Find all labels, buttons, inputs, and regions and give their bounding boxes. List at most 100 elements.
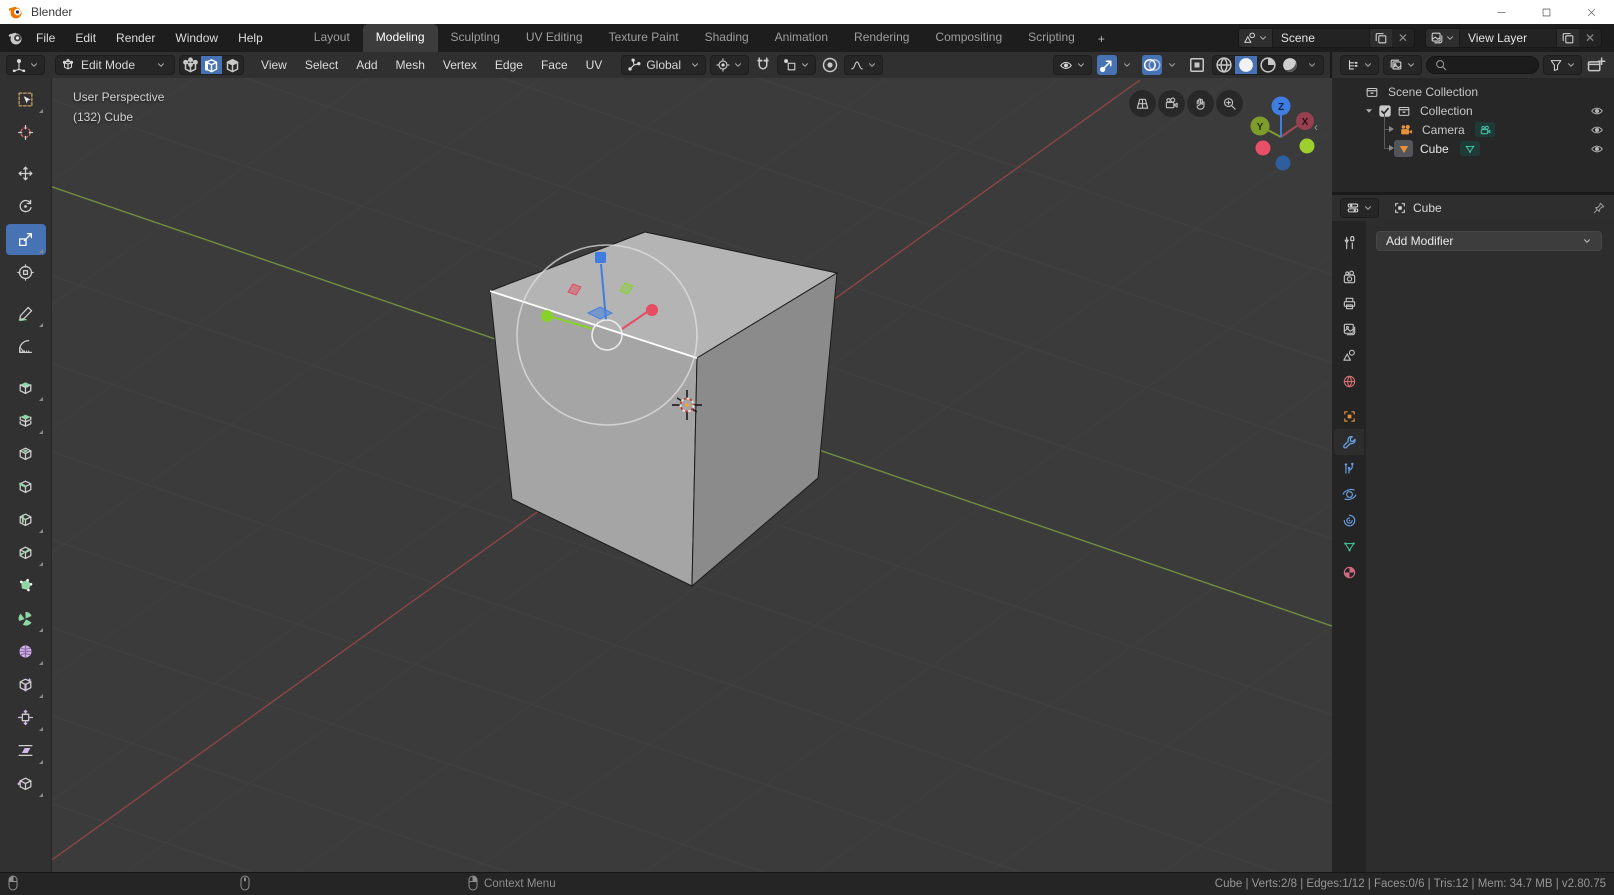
tool-poly-build[interactable] <box>6 570 46 601</box>
outliner-row-collection[interactable]: Collection <box>1332 101 1614 120</box>
xray-toggle-button[interactable] <box>1187 55 1207 75</box>
new-collection-button[interactable] <box>1586 55 1606 75</box>
snap-settings-dropdown[interactable] <box>777 55 816 75</box>
remove-view-layer-button[interactable]: ✕ <box>1579 31 1601 45</box>
scene-name[interactable]: Scene <box>1273 31 1369 45</box>
axis-neg-x-ball[interactable] <box>1256 141 1271 156</box>
show-overlays-button[interactable] <box>1142 55 1162 75</box>
tool-annotate[interactable] <box>6 298 46 329</box>
visibility-dropdown[interactable] <box>1053 55 1092 75</box>
mesh-data-icon[interactable] <box>1460 141 1480 156</box>
eye-icon[interactable] <box>1590 142 1604 156</box>
workspace-tab-uv-editing[interactable]: UV Editing <box>513 24 596 52</box>
workspace-tab-texture-paint[interactable]: Texture Paint <box>596 24 692 52</box>
viewport-menu-uv[interactable]: UV <box>577 52 612 78</box>
snap-toggle-button[interactable] <box>753 55 773 75</box>
add-workspace-button[interactable]: + <box>1088 27 1115 52</box>
outliner-display-mode-dropdown[interactable] <box>1340 55 1379 75</box>
unlink-scene-button[interactable]: ✕ <box>1392 31 1414 45</box>
tool-select-box[interactable] <box>6 84 46 115</box>
properties-tab-object[interactable] <box>1334 403 1364 429</box>
properties-tab-render[interactable] <box>1334 264 1364 290</box>
axis-neg-z-ball[interactable] <box>1276 156 1291 171</box>
workspace-tab-compositing[interactable]: Compositing <box>922 24 1015 52</box>
sidebar-collapse-arrow[interactable]: ‹ <box>1314 120 1318 134</box>
copy-scene-button[interactable] <box>1369 29 1392 47</box>
tool-knife[interactable] <box>6 537 46 568</box>
copy-view-layer-button[interactable] <box>1556 29 1579 47</box>
outliner-item-label[interactable]: Collection <box>1420 104 1473 118</box>
workspace-tab-layout[interactable]: Layout <box>301 24 363 52</box>
scene-selector[interactable]: Scene ✕ <box>1238 28 1415 48</box>
cube-mesh[interactable] <box>490 232 837 586</box>
tool-shear[interactable] <box>6 735 46 766</box>
maximize-button[interactable] <box>1524 0 1569 24</box>
workspace-tab-animation[interactable]: Animation <box>762 24 841 52</box>
tool-scale[interactable] <box>6 224 46 255</box>
orientation-dropdown[interactable]: Global <box>621 55 706 75</box>
properties-tab-constraints[interactable] <box>1334 507 1364 533</box>
pin-icon[interactable] <box>1592 201 1606 215</box>
disclosure-triangle-icon[interactable] <box>1362 104 1375 117</box>
gizmo-options-dropdown[interactable] <box>1117 55 1137 75</box>
viewport-menu-add[interactable]: Add <box>347 52 386 78</box>
tool-inset-faces[interactable] <box>6 438 46 469</box>
outliner-item-label[interactable]: Scene Collection <box>1388 85 1478 99</box>
tool-add-cube[interactable] <box>6 372 46 403</box>
add-modifier-button[interactable]: Add Modifier <box>1376 231 1602 251</box>
properties-tab-physics[interactable] <box>1334 481 1364 507</box>
eye-icon[interactable] <box>1590 123 1604 137</box>
axis-neg-y-ball[interactable] <box>1300 139 1315 154</box>
minimize-button[interactable] <box>1479 0 1524 24</box>
outliner-search-input[interactable] <box>1452 58 1522 72</box>
menu-edit[interactable]: Edit <box>65 24 106 52</box>
tool-rip-region[interactable] <box>6 768 46 799</box>
properties-tab-tool[interactable] <box>1334 229 1364 255</box>
workspace-tab-rendering[interactable]: Rendering <box>841 24 922 52</box>
tool-spin[interactable] <box>6 603 46 634</box>
properties-tab-material[interactable] <box>1334 559 1364 585</box>
tool-measure[interactable] <box>6 331 46 362</box>
outliner-filter-id-dropdown[interactable] <box>1383 55 1422 75</box>
tool-transform[interactable] <box>6 257 46 288</box>
tool-extrude-region[interactable] <box>6 405 46 436</box>
shading-material-button[interactable] <box>1257 55 1279 75</box>
vertex-select-button[interactable] <box>180 56 201 75</box>
outliner-row-camera[interactable]: Camera <box>1332 120 1614 139</box>
pivot-dropdown[interactable] <box>710 55 749 75</box>
shading-solid-button[interactable] <box>1235 55 1257 75</box>
outliner-search[interactable] <box>1426 56 1539 74</box>
menu-help[interactable]: Help <box>228 24 273 52</box>
outliner-item-label[interactable]: Cube <box>1420 142 1449 156</box>
properties-tab-world[interactable] <box>1334 368 1364 394</box>
proportional-edit-button[interactable] <box>820 55 840 75</box>
tool-smooth[interactable] <box>6 636 46 667</box>
menu-file[interactable]: File <box>26 24 65 52</box>
view-layer-name[interactable]: View Layer <box>1460 31 1556 45</box>
perspective-toggle-button[interactable] <box>1129 90 1156 117</box>
viewport-menu-mesh[interactable]: Mesh <box>387 52 434 78</box>
tool-shrink-fatten[interactable] <box>6 702 46 733</box>
gizmo-z-handle[interactable] <box>595 252 606 263</box>
properties-tab-view-layer[interactable] <box>1334 316 1364 342</box>
gizmo-x-handle[interactable] <box>541 310 553 322</box>
falloff-dropdown[interactable] <box>844 55 883 75</box>
edge-select-button[interactable] <box>201 56 222 75</box>
outliner-filter-dropdown[interactable] <box>1543 55 1582 75</box>
workspace-tab-shading[interactable]: Shading <box>692 24 762 52</box>
pan-view-button[interactable] <box>1187 90 1214 117</box>
outliner-row-scene-collection[interactable]: Scene Collection <box>1332 82 1614 101</box>
shading-options-dropdown[interactable] <box>1301 55 1323 75</box>
outliner-row-cube[interactable]: Cube <box>1332 139 1614 158</box>
shading-rendered-button[interactable] <box>1279 55 1301 75</box>
properties-editor-type-button[interactable] <box>1340 198 1379 218</box>
overlays-options-dropdown[interactable] <box>1162 55 1182 75</box>
viewport-menu-edge[interactable]: Edge <box>486 52 532 78</box>
tool-move[interactable] <box>6 158 46 189</box>
tool-loop-cut[interactable] <box>6 504 46 535</box>
tool-rotate[interactable] <box>6 191 46 222</box>
workspace-tab-scripting[interactable]: Scripting <box>1015 24 1088 52</box>
menu-render[interactable]: Render <box>106 24 165 52</box>
properties-tab-output[interactable] <box>1334 290 1364 316</box>
camera-view-button[interactable] <box>1158 90 1185 117</box>
